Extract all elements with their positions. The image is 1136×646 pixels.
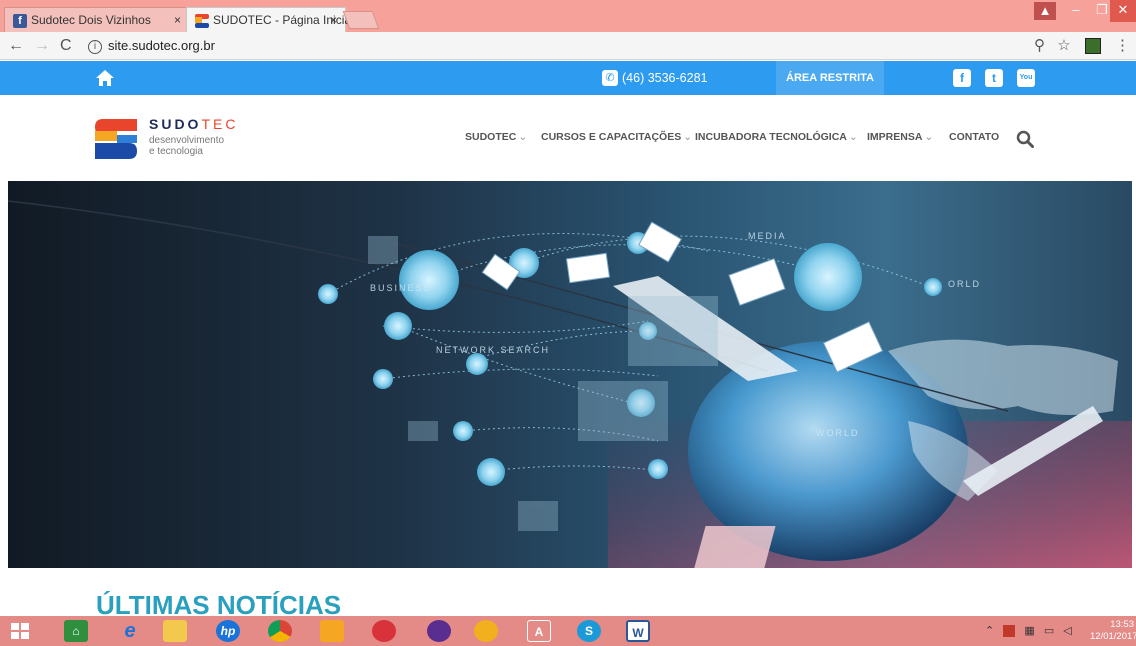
user-profile-icon[interactable]: ▲ xyxy=(1034,2,1056,20)
brand-name-sudo: SUDO xyxy=(149,116,202,132)
store-icon[interactable]: ⌂ xyxy=(64,620,88,642)
nav-label: INCUBADORA TECNOLÓGICA xyxy=(695,131,847,143)
outline-app-icon[interactable]: A xyxy=(527,620,551,642)
search-icon[interactable] xyxy=(1016,130,1034,148)
taskbar-clock[interactable]: 13:53 12/01/2017 xyxy=(1090,619,1136,643)
tab-label: Sudotec Dois Vizinhos xyxy=(31,13,151,27)
nav-item-cursos[interactable]: CURSOS E CAPACITAÇÕES ⌄ xyxy=(541,131,692,143)
yellow-app-icon[interactable] xyxy=(474,620,498,642)
banner-text-media: MEDIA xyxy=(748,231,787,241)
purple-app-icon[interactable] xyxy=(427,620,451,642)
chevron-down-icon: ⌄ xyxy=(683,131,693,143)
chrome-icon[interactable] xyxy=(268,620,292,642)
tab-close-icon[interactable]: × xyxy=(330,8,337,33)
windows-start-icon[interactable] xyxy=(8,620,32,642)
address-bar: ← → C i site.sudotec.org.br ⚲ ☆ ⋮ xyxy=(0,32,1136,60)
tagline-line-2: e tecnologia xyxy=(149,146,203,157)
windows-taskbar: ⌂ e hp A S W ⌃ ▦ ▭ ◁ 13:53 12/01/2017 xyxy=(0,616,1136,646)
tab-sudotec-dois-vizinhos[interactable]: f Sudotec Dois Vizinhos × xyxy=(4,7,190,32)
brand-name-tec: TEC xyxy=(201,116,239,132)
chevron-down-icon: ⌄ xyxy=(518,131,528,143)
chevron-down-icon: ⌄ xyxy=(848,131,858,143)
browser-tabstrip: f Sudotec Dois Vizinhos × SUDOTEC - Pági… xyxy=(0,0,1136,32)
tab-sudotec-pagina-inicial[interactable]: SUDOTEC - Página Inicial × xyxy=(186,7,354,33)
banner-text-world: WORLD xyxy=(816,428,860,438)
tray-expand-icon[interactable]: ⌃ xyxy=(985,625,994,637)
new-tab-button[interactable] xyxy=(342,11,380,29)
bookmark-star-icon[interactable]: ☆ xyxy=(1057,37,1070,54)
red-app-icon[interactable] xyxy=(372,620,396,642)
sudotec-logo-icon[interactable] xyxy=(95,119,137,159)
clock-time: 13:53 xyxy=(1110,619,1134,630)
youtube-icon[interactable]: You xyxy=(1017,69,1035,87)
nav-item-sudotec[interactable]: SUDOTEC ⌄ xyxy=(465,131,527,143)
nav-item-contato[interactable]: CONTATO xyxy=(949,131,999,143)
clock-date: 12/01/2017 xyxy=(1090,631,1136,642)
banner-text-business: BUSINESS xyxy=(370,283,432,293)
top-bar: ✆ (46) 3536-6281 ÁREA RESTRITA f t You xyxy=(0,61,1136,95)
banner-text-orld: ORLD xyxy=(948,279,981,289)
phone-number: (46) 3536-6281 xyxy=(622,71,708,85)
brand-name: SUDOTEC xyxy=(149,116,238,132)
key-icon[interactable]: ⚲ xyxy=(1034,37,1045,54)
forward-icon[interactable]: → xyxy=(34,36,50,56)
reload-icon[interactable]: C xyxy=(60,36,72,56)
restricted-area-button[interactable]: ÁREA RESTRITA xyxy=(776,61,884,95)
phone-icon: ✆ xyxy=(602,70,618,86)
nav-item-imprensa[interactable]: IMPRENSA ⌄ xyxy=(867,131,933,143)
battery-icon[interactable]: ▭ xyxy=(1044,625,1054,637)
nav-item-incubadora[interactable]: INCUBADORA TECNOLÓGICA ⌄ xyxy=(695,131,858,143)
network-icon[interactable]: ▦ xyxy=(1024,625,1034,637)
back-icon[interactable]: ← xyxy=(8,36,24,56)
twitter-icon[interactable]: t xyxy=(985,69,1003,87)
hero-banner[interactable]: MEDIA NETWORK SEARCH BUSINESS WORLD ORLD xyxy=(8,181,1132,568)
tagline-line-1: desenvolvimento xyxy=(149,135,225,146)
extension-icon[interactable] xyxy=(1084,38,1101,55)
tray-app-icon[interactable] xyxy=(1003,625,1016,638)
facebook-favicon-icon: f xyxy=(13,14,27,28)
home-icon[interactable] xyxy=(95,68,115,88)
internet-explorer-icon[interactable]: e xyxy=(118,620,142,642)
close-window-icon[interactable]: ✕ xyxy=(1110,0,1136,22)
word-icon[interactable]: W xyxy=(626,620,650,642)
system-tray: ⌃ ▦ ▭ ◁ xyxy=(985,624,1072,638)
facebook-icon[interactable]: f xyxy=(953,69,971,87)
minimize-icon[interactable]: – xyxy=(1062,0,1090,22)
nav-label: CONTATO xyxy=(949,131,1000,143)
brand-tagline: desenvolvimento e tecnologia xyxy=(149,135,224,157)
sudotec-favicon-icon xyxy=(195,14,209,28)
latest-news-title: ÚLTIMAS NOTÍCIAS xyxy=(96,590,342,616)
phone-contact[interactable]: ✆ (46) 3536-6281 xyxy=(602,70,707,86)
address-bar-actions: ⚲ ☆ ⋮ xyxy=(1034,36,1130,55)
nav-label: IMPRENSA xyxy=(867,131,923,143)
nav-label: CURSOS E CAPACITAÇÕES xyxy=(541,131,682,143)
url-field[interactable]: i site.sudotec.org.br xyxy=(88,36,215,56)
chevron-down-icon: ⌄ xyxy=(924,131,934,143)
skype-icon[interactable]: S xyxy=(577,620,601,642)
url-text: site.sudotec.org.br xyxy=(108,38,215,53)
nav-label: SUDOTEC xyxy=(465,131,517,143)
chrome-menu-icon[interactable]: ⋮ xyxy=(1115,37,1130,54)
file-explorer-icon[interactable] xyxy=(163,620,187,642)
volume-icon[interactable]: ◁ xyxy=(1063,625,1071,637)
photos-icon[interactable] xyxy=(320,620,344,642)
tab-close-icon[interactable]: × xyxy=(174,8,181,33)
site-header: SUDOTEC desenvolvimento e tecnologia SUD… xyxy=(0,95,1136,181)
banner-text-network-search: NETWORK SEARCH xyxy=(436,345,550,355)
network-illustration: MEDIA NETWORK SEARCH BUSINESS WORLD ORLD xyxy=(8,200,1132,568)
info-icon[interactable]: i xyxy=(88,39,102,54)
hp-icon[interactable]: hp xyxy=(216,620,240,642)
